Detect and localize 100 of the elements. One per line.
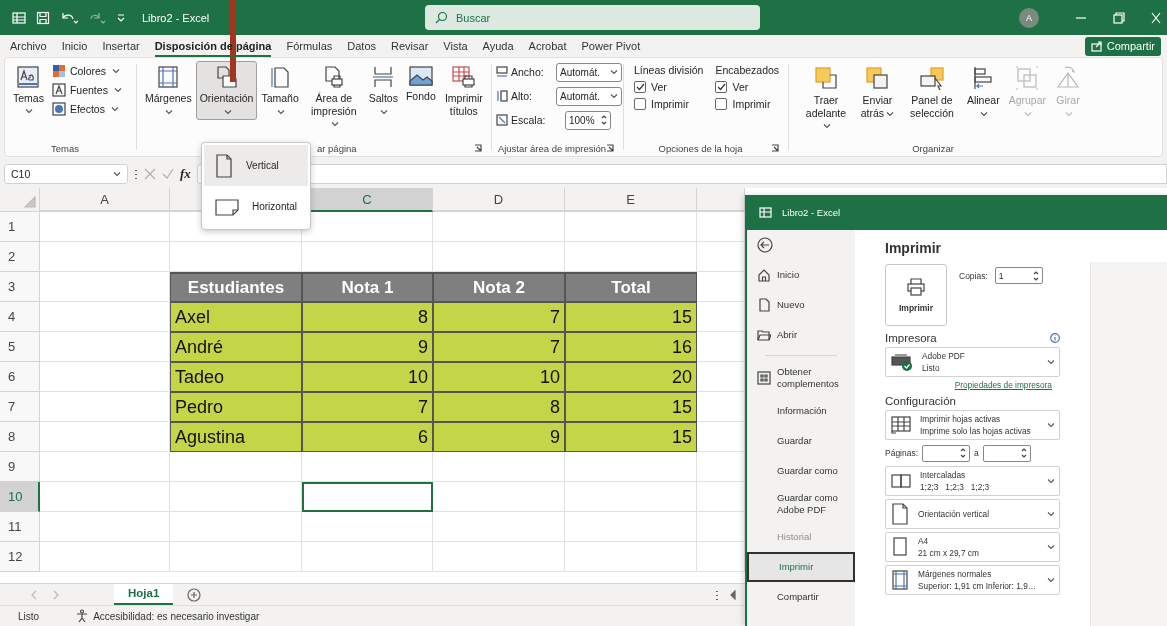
settings-dropdown[interactable]: Intercaladas 1;2;3 1;2;3 1;2;3	[885, 466, 1060, 496]
empty-cell[interactable]	[565, 512, 697, 542]
page-from-field[interactable]	[922, 444, 971, 462]
settings-dropdown[interactable]: Imprimir hojas activas Imprime solo las hojas activas	[885, 410, 1060, 440]
nav-item[interactable]: Información	[747, 396, 855, 426]
scroll-left-icon	[729, 589, 737, 600]
ribbon-tab[interactable]: Fórmulas	[286, 40, 333, 57]
nav-item[interactable]: Guardar	[747, 426, 855, 456]
ribbon-button[interactable]: Orientación	[195, 61, 258, 121]
settings-dropdown[interactable]: Márgenes normales Superior: 1,91 cm Inferior: 1,9…	[885, 565, 1060, 595]
search-field[interactable]: Buscar	[425, 5, 760, 30]
theme-option-button[interactable]: Efectos	[49, 101, 124, 117]
table-cell: 16	[565, 332, 697, 362]
themes-button[interactable]: Temas	[9, 61, 48, 117]
nav-item[interactable]: Guardar como	[747, 456, 855, 486]
empty-cell[interactable]	[170, 542, 302, 572]
empty-cell[interactable]	[565, 452, 697, 482]
ribbon-tab[interactable]: Power Pivot	[581, 40, 641, 57]
row-header[interactable]: 5	[0, 332, 40, 362]
spin-field[interactable]: 100%	[565, 110, 611, 130]
row-header[interactable]: 6	[0, 362, 40, 392]
accessibility-status[interactable]: Accesibilidad: es necesario investigar	[93, 610, 260, 622]
table-header-cell: Nota 1	[302, 272, 433, 302]
copies-field[interactable]: 1	[994, 267, 1043, 284]
empty-cell[interactable]	[433, 482, 565, 512]
checkbox[interactable]: Imprimir	[634, 98, 704, 110]
ribbon-tab[interactable]: Datos	[347, 40, 376, 57]
menu-item[interactable]: Vertical	[204, 145, 308, 186]
empty-cell[interactable]	[302, 452, 433, 482]
checkbox[interactable]: Ver	[715, 81, 780, 93]
table-cell: Axel	[170, 302, 302, 332]
nav-item[interactable]: Abrir	[747, 320, 855, 350]
ribbon-button[interactable]: Alinear	[962, 61, 1004, 123]
empty-cell[interactable]	[565, 482, 697, 512]
nav-item[interactable]: Inicio	[747, 260, 855, 290]
printer-dropdown[interactable]: Adobe PDF Listo	[885, 347, 1060, 377]
row-header[interactable]: 3	[0, 272, 40, 302]
row-header[interactable]: 9	[0, 452, 40, 482]
row-header[interactable]: 8	[0, 422, 40, 452]
empty-cell[interactable]	[302, 542, 433, 572]
column-header[interactable]: D	[433, 188, 565, 212]
empty-cell[interactable]	[433, 512, 565, 542]
share-button[interactable]: Compartir	[1084, 36, 1161, 56]
row-header[interactable]: 4	[0, 302, 40, 332]
ribbon-tab[interactable]: Acrobat	[528, 40, 567, 57]
nav-item[interactable]: Obtener complementos	[747, 360, 855, 396]
page-to-field[interactable]	[982, 444, 1031, 462]
row-header[interactable]: 11	[0, 512, 40, 542]
ribbon-button[interactable]: Saltos	[364, 61, 402, 121]
column-header[interactable]	[697, 188, 745, 212]
select-field[interactable]: Automát.	[556, 62, 622, 82]
ribbon-button[interactable]: Tamaño	[257, 61, 303, 121]
ribbon-tab[interactable]: Insertar	[102, 40, 140, 57]
ribbon-button[interactable]: Panel de selección	[901, 61, 962, 123]
empty-cell[interactable]	[170, 482, 302, 512]
empty-cell[interactable]	[170, 452, 302, 482]
selected-cell[interactable]	[302, 482, 433, 512]
column-header[interactable]: E	[565, 188, 697, 212]
ribbon-tab[interactable]: Vista	[443, 40, 468, 57]
nav-item[interactable]: Guardar como Adobe PDF	[747, 486, 855, 522]
nav-item[interactable]: Nuevo	[747, 290, 855, 320]
print-button[interactable]: Imprimir	[885, 264, 947, 326]
nav-item[interactable]: Imprimir	[747, 552, 855, 582]
printer-properties-link[interactable]: Propiedades de impresora	[954, 380, 1052, 390]
row-header[interactable]: 12	[0, 542, 40, 572]
empty-cell[interactable]	[565, 212, 697, 242]
checkbox[interactable]: Ver	[634, 81, 704, 93]
ribbon-tab[interactable]: Archivo	[10, 40, 47, 57]
settings-dropdown[interactable]: Orientación vertical	[885, 499, 1060, 529]
empty-cell[interactable]	[565, 542, 697, 572]
row-header[interactable]: 2	[0, 242, 40, 272]
empty-cell[interactable]	[302, 512, 433, 542]
column-header[interactable]: A	[40, 188, 170, 212]
ribbon-button[interactable]: Fondo	[401, 61, 440, 106]
ribbon-tab[interactable]: Ayuda	[482, 40, 514, 57]
user-avatar[interactable]: A	[1019, 7, 1039, 28]
sheet-tab[interactable]: Hoja1	[114, 583, 174, 605]
insert-function-button[interactable]: fx	[180, 166, 191, 182]
ribbon-tab[interactable]: Revisar	[391, 40, 429, 57]
ribbon-button[interactable]: Márgenes	[141, 61, 196, 121]
empty-cell[interactable]	[433, 212, 565, 242]
name-box[interactable]: C10	[4, 164, 128, 184]
theme-option-button[interactable]: Fuentes	[49, 82, 124, 98]
ribbon-button[interactable]: Área de impresión	[302, 61, 365, 133]
empty-cell[interactable]	[433, 452, 565, 482]
select-field[interactable]: Automát.	[556, 86, 622, 106]
ribbon-button[interactable]: Traer adelante	[799, 61, 853, 135]
checkbox[interactable]: Imprimir	[715, 98, 780, 110]
nav-item[interactable]: Compartir	[747, 582, 855, 612]
empty-cell[interactable]	[433, 542, 565, 572]
row-header[interactable]: 1	[0, 212, 40, 242]
ribbon-button[interactable]: Imprimir títulos	[439, 61, 488, 121]
theme-option-button[interactable]: Colores	[49, 63, 124, 79]
ribbon-tab[interactable]: Inicio	[61, 40, 88, 57]
row-header[interactable]: 7	[0, 392, 40, 422]
caret-icon	[610, 93, 618, 99]
settings-dropdown[interactable]: A4 21 cm x 29,7 cm	[885, 532, 1060, 562]
ribbon-button[interactable]: Enviar atrás	[853, 61, 901, 123]
empty-cell[interactable]	[170, 512, 302, 542]
row-header[interactable]: 10	[0, 482, 40, 512]
